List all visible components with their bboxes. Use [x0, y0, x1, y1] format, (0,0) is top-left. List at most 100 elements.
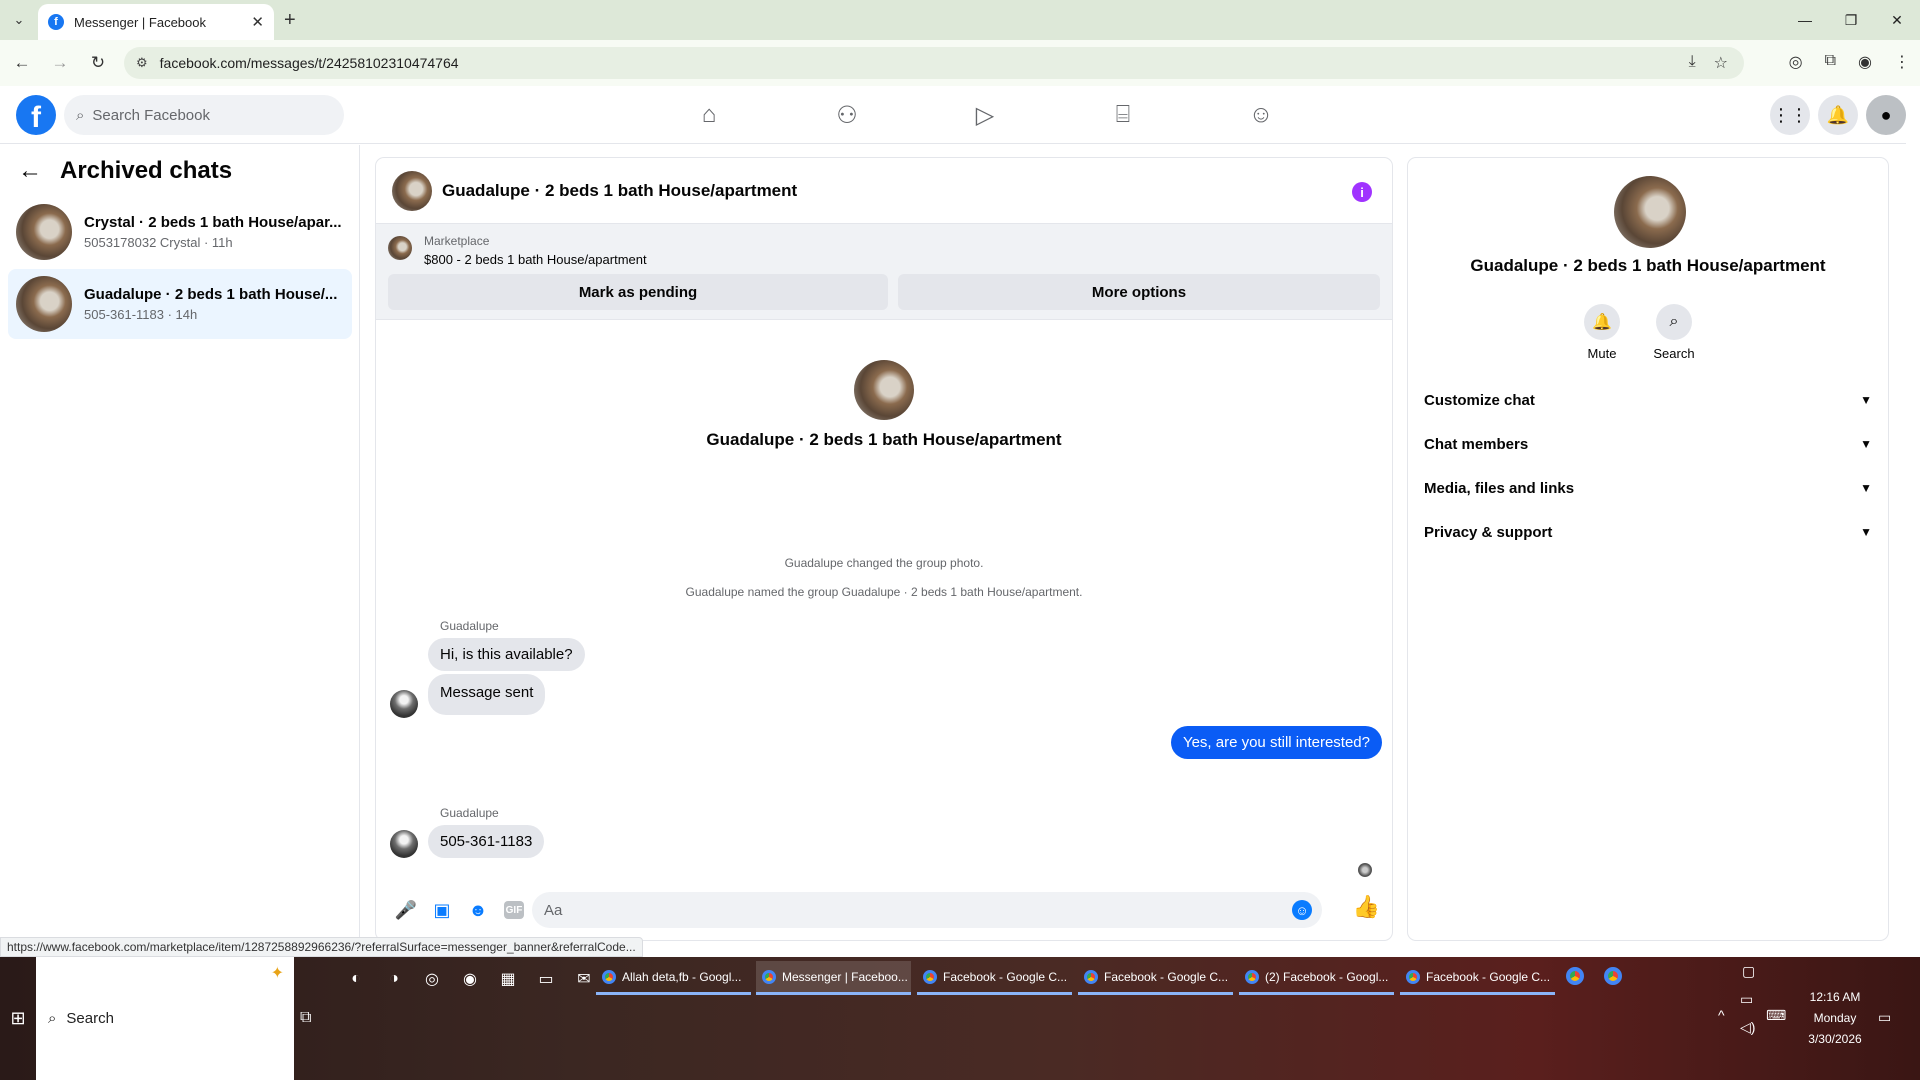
copilot-icon[interactable]: ◐	[340, 963, 372, 995]
windows-start-icon[interactable]: ⊞	[0, 957, 36, 1080]
taskbar-window-4[interactable]: Facebook - Google C...	[1078, 961, 1233, 995]
tab-search-dropdown-icon[interactable]: ⌄	[6, 8, 32, 32]
home-icon[interactable]: ⌂	[640, 86, 778, 144]
chrome-icon	[1084, 969, 1098, 984]
more-options-button[interactable]: More options	[898, 274, 1380, 310]
site-info-icon[interactable]: ⚙	[136, 55, 148, 71]
window-label: Facebook - Google C...	[1426, 969, 1551, 984]
listing-title[interactable]: $800 - 2 beds 1 bath House/apartment	[424, 252, 647, 267]
my-message-bubble[interactable]: Yes, are you still interested?	[1170, 726, 1382, 759]
edge-icon[interactable]: ◎	[416, 963, 448, 995]
forward-arrow-icon[interactable]: →	[44, 47, 76, 79]
profile-icon[interactable]: ◉	[1858, 52, 1872, 72]
keyboard-icon[interactable]: ⌨	[1766, 1007, 1786, 1024]
minimize-icon[interactable]: —	[1782, 0, 1828, 40]
chat-details-panel: Guadalupe · 2 beds 1 bath House/apartmen…	[1408, 158, 1888, 940]
listing-thumbnail[interactable]	[388, 236, 412, 260]
search-icon: ⌕	[76, 106, 85, 124]
app-icon[interactable]: ◑	[378, 963, 410, 995]
taskbar-clock[interactable]: 12:16 AM Monday 3/30/2026	[1790, 987, 1880, 1050]
file-explorer-icon[interactable]: ▭	[530, 963, 562, 995]
address-bar[interactable]: ⚙ facebook.com/messages/t/24258102310474…	[124, 47, 1744, 79]
notification-center-icon[interactable]: ▭	[1878, 1009, 1891, 1026]
info-icon[interactable]: i	[1352, 182, 1372, 202]
tab-title: Messenger | Facebook	[74, 14, 206, 30]
chevron-down-icon: ▼	[1860, 437, 1872, 451]
taskbar-window-5[interactable]: (2) Facebook - Googl...	[1239, 961, 1394, 995]
translate-icon[interactable]: ◎	[1789, 52, 1803, 72]
section-label: Media, files and links	[1424, 479, 1575, 497]
network-icon[interactable]: ▭	[1740, 991, 1753, 1008]
taskbar-window-3[interactable]: Facebook - Google C...	[917, 961, 1072, 995]
taskbar-window-1[interactable]: Allah deta,fb - Googl...	[596, 961, 751, 995]
section-media-files-links[interactable]: Media, files and links ▼	[1424, 466, 1872, 510]
taskbar-search[interactable]: ⌕ Search ✦	[36, 957, 294, 1080]
extensions-icon[interactable]: ⧉	[1825, 52, 1836, 72]
chrome-icon	[1245, 969, 1259, 984]
mute-action[interactable]: 🔔 Mute	[1572, 304, 1632, 361]
window-controls: — ❐ ✕	[1782, 0, 1920, 40]
microphone-icon[interactable]: 🎤	[388, 892, 424, 928]
facebook-search-input[interactable]: ⌕ Search Facebook	[64, 95, 344, 135]
window-label: Facebook - Google C...	[943, 969, 1068, 984]
section-label: Privacy & support	[1424, 523, 1553, 541]
friends-icon[interactable]: ⚇	[778, 86, 916, 144]
search-label: Search	[1653, 346, 1695, 361]
menu-kebab-icon[interactable]: ⋮	[1894, 52, 1910, 72]
install-app-icon[interactable]: ⤓	[1689, 53, 1696, 73]
read-receipt-avatar	[1358, 863, 1372, 877]
groups-icon[interactable]: ☺	[1192, 86, 1330, 144]
mark-as-pending-button[interactable]: Mark as pending	[388, 274, 888, 310]
message-bubble[interactable]: Message sent	[428, 674, 546, 715]
chat-subtitle: 5053178032 Crystal · 11h	[84, 235, 233, 250]
archived-chats-header: ← Archived chats	[18, 157, 232, 185]
section-privacy-support[interactable]: Privacy & support ▼	[1424, 510, 1872, 554]
sender-avatar[interactable]	[390, 690, 418, 718]
photo-icon[interactable]: ▣	[424, 892, 460, 928]
close-tab-icon[interactable]: ✕	[251, 13, 264, 31]
close-window-icon[interactable]: ✕	[1874, 0, 1920, 40]
chrome-icon[interactable]	[1566, 967, 1584, 985]
section-customize-chat[interactable]: Customize chat ▼	[1424, 378, 1872, 422]
chrome-icon	[762, 969, 776, 984]
back-arrow-icon[interactable]: ←	[6, 47, 38, 79]
taskbar-window-2[interactable]: Messenger | Faceboo...	[756, 961, 911, 995]
menu-grid-icon[interactable]: ⋮⋮	[1770, 95, 1810, 135]
chevron-down-icon: ▼	[1860, 481, 1872, 495]
conversation-title[interactable]: Guadalupe · 2 beds 1 bath House/apartmen…	[442, 181, 797, 201]
section-chat-members[interactable]: Chat members ▼	[1424, 422, 1872, 466]
new-tab-icon[interactable]: +	[284, 9, 296, 32]
bookmark-star-icon[interactable]: ☆	[1714, 53, 1728, 73]
chat-item-crystal[interactable]: Crystal · 2 beds 1 bath House/apar... 50…	[8, 197, 352, 267]
chat-item-guadalupe[interactable]: Guadalupe · 2 beds 1 bath House/... 505-…	[8, 269, 352, 339]
volume-icon[interactable]: ◁)	[1740, 1019, 1755, 1036]
marketplace-icon[interactable]: ⌸	[1054, 86, 1192, 144]
message-bubble[interactable]: Hi, is this available?	[428, 638, 585, 671]
facebook-logo-icon[interactable]: f	[16, 95, 56, 135]
chrome-icon[interactable]: ◉	[454, 963, 486, 995]
chrome-icon[interactable]	[1604, 967, 1622, 985]
notifications-bell-icon[interactable]: 🔔	[1818, 95, 1858, 135]
page-scrollbar[interactable]	[1906, 86, 1920, 946]
sender-avatar[interactable]	[390, 830, 418, 858]
task-view-icon[interactable]: ⧉	[300, 1009, 311, 1027]
taskbar-window-6[interactable]: Facebook - Google C...	[1400, 961, 1555, 995]
search-action[interactable]: ⌕ Search	[1644, 304, 1704, 361]
video-icon[interactable]: ▷	[916, 86, 1054, 144]
gif-icon[interactable]: GIF	[496, 892, 532, 928]
browser-tab-messenger[interactable]: f Messenger | Facebook ✕	[38, 4, 274, 40]
reload-icon[interactable]: ↻	[82, 47, 114, 79]
account-avatar[interactable]: ●	[1866, 95, 1906, 135]
message-bubble[interactable]: 505-361-1183	[428, 825, 545, 858]
restore-icon[interactable]: ❐	[1828, 0, 1874, 40]
sticker-icon[interactable]: ☻	[460, 892, 496, 928]
emoji-icon[interactable]: ☺	[1292, 900, 1312, 920]
store-icon[interactable]: ▦	[492, 963, 524, 995]
chevron-up-icon[interactable]: ^	[1718, 1007, 1725, 1023]
thumbs-up-icon[interactable]: 👍	[1353, 894, 1380, 920]
back-arrow-icon[interactable]: ←	[18, 157, 42, 185]
conversation-avatar[interactable]	[392, 170, 432, 211]
device-icon[interactable]: ▢	[1742, 963, 1755, 980]
message-input[interactable]: Aa ☺	[532, 892, 1322, 928]
details-avatar[interactable]	[1614, 176, 1686, 248]
